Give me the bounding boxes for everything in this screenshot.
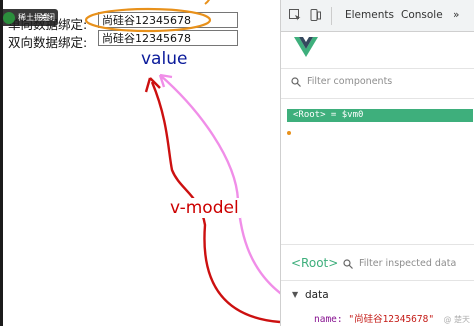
watermark: @ 楚天 xyxy=(443,315,470,324)
divider xyxy=(281,98,474,99)
highlight-circle xyxy=(84,7,212,33)
highlight-circle-tail xyxy=(204,0,211,5)
search-icon xyxy=(343,259,353,269)
divider xyxy=(281,280,474,281)
tab-divider xyxy=(331,7,332,25)
tab-elements[interactable]: Elements xyxy=(345,9,394,21)
annotation-drawing xyxy=(84,0,280,324)
filter-components-input[interactable]: Filter components xyxy=(307,76,392,87)
property-value[interactable]: "尚硅谷12345678" xyxy=(348,314,434,325)
value-annotation: value xyxy=(141,49,188,69)
caret-down-icon[interactable]: ▼ xyxy=(292,290,298,299)
inspected-component-title: <Root> xyxy=(291,256,339,270)
browser-page: 单向数据绑定: 尚硅谷12345678 双向数据绑定: 尚硅谷12345678 … xyxy=(0,0,280,326)
v-model-annotation: v-model xyxy=(168,198,241,218)
devtools-panel: Elements Console » Filter components <Ro… xyxy=(280,0,474,326)
search-icon xyxy=(291,77,301,87)
inspect-element-icon[interactable] xyxy=(289,9,301,21)
device-toolbar-icon[interactable] xyxy=(309,9,321,21)
property-key: name: xyxy=(314,314,343,325)
root-component-row[interactable]: <Root> = $vm0 xyxy=(287,109,473,122)
filter-inspected-data-input[interactable]: Filter inspected data xyxy=(359,258,456,269)
orange-dot xyxy=(287,131,291,135)
divider xyxy=(281,244,474,245)
tab-more[interactable]: » xyxy=(453,9,459,21)
devtools-tab-bar: Elements Console » xyxy=(281,0,474,32)
vue-logo-icon xyxy=(294,37,318,57)
tab-console[interactable]: Console xyxy=(401,9,443,21)
data-property-row[interactable]: name: "尚硅谷12345678" xyxy=(314,311,434,325)
divider xyxy=(281,68,474,69)
pink-arrow xyxy=(159,74,280,295)
data-section-label[interactable]: data xyxy=(305,289,329,301)
